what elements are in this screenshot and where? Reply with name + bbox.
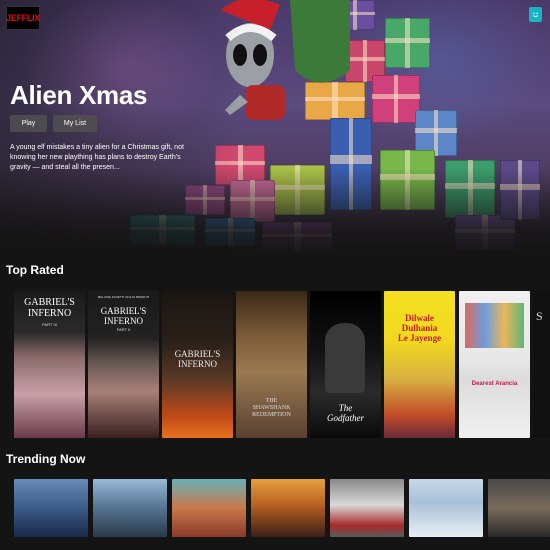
poster-subtitle: PART II [116, 327, 131, 332]
gift-box [385, 18, 430, 68]
play-button[interactable]: Play [10, 115, 47, 132]
poster-credits: MELANIE ZANETTI GIULIO BERRUTI [97, 295, 150, 299]
poster-title: GABRIEL'S INFERNO [100, 306, 147, 326]
poster-card[interactable]: THE SHAWSHANK REDEMPTION [236, 291, 307, 438]
logo-text: JEFFLIX [6, 13, 40, 23]
trending-thumbnail[interactable] [251, 479, 325, 537]
poster-card[interactable]: S [533, 291, 550, 438]
hero-banner[interactable]: JEFFLIX Alien Xmas Play My List A young … [0, 0, 550, 258]
row-title-trending-now: Trending Now [6, 452, 86, 466]
app-logo[interactable]: JEFFLIX [6, 6, 40, 30]
profile-avatar-button[interactable] [529, 7, 542, 22]
hero-title: Alien Xmas [10, 80, 148, 110]
poster-title: THE SHAWSHANK REDEMPTION [252, 398, 291, 418]
my-list-button[interactable]: My List [53, 115, 97, 132]
trending-thumbnail[interactable] [93, 479, 167, 537]
trending-thumbnail[interactable] [14, 479, 88, 537]
smile-face-icon [532, 12, 539, 17]
poster-art [325, 323, 365, 393]
poster-title: Dilwale Dulhania Le Jayenge [397, 313, 442, 343]
trending-thumbnail[interactable] [488, 479, 550, 537]
poster-card[interactable]: MELANIE ZANETTI GIULIO BERRUTI GABRIEL'S… [88, 291, 159, 438]
gift-box [372, 75, 420, 123]
poster-art [465, 303, 524, 348]
poster-card[interactable]: Dearest Arancia [459, 291, 530, 438]
poster-title: GABRIEL'S INFERNO [24, 297, 75, 319]
poster-subtitle: PART III [42, 322, 57, 327]
poster-title: S [536, 309, 543, 323]
row-title-top-rated: Top Rated [6, 263, 64, 277]
poster-title: GABRIEL'S INFERNO [174, 349, 221, 369]
hero-gradient-bottom [0, 168, 550, 258]
poster-card[interactable]: GABRIEL'S INFERNO PART III [14, 291, 85, 438]
trending-thumbnail[interactable] [409, 479, 483, 537]
poster-title: The Godfather [327, 403, 364, 423]
poster-card[interactable]: The Godfather [310, 291, 381, 438]
poster-card[interactable]: Dilwale Dulhania Le Jayenge [384, 291, 455, 438]
trending-thumbnail[interactable] [172, 479, 246, 537]
poster-title: Dearest Arancia [471, 381, 518, 387]
trending-thumbnail[interactable] [330, 479, 404, 537]
poster-card[interactable]: GABRIEL'S INFERNO [162, 291, 233, 438]
hero-description: A young elf mistakes a tiny alien for a … [10, 144, 184, 171]
